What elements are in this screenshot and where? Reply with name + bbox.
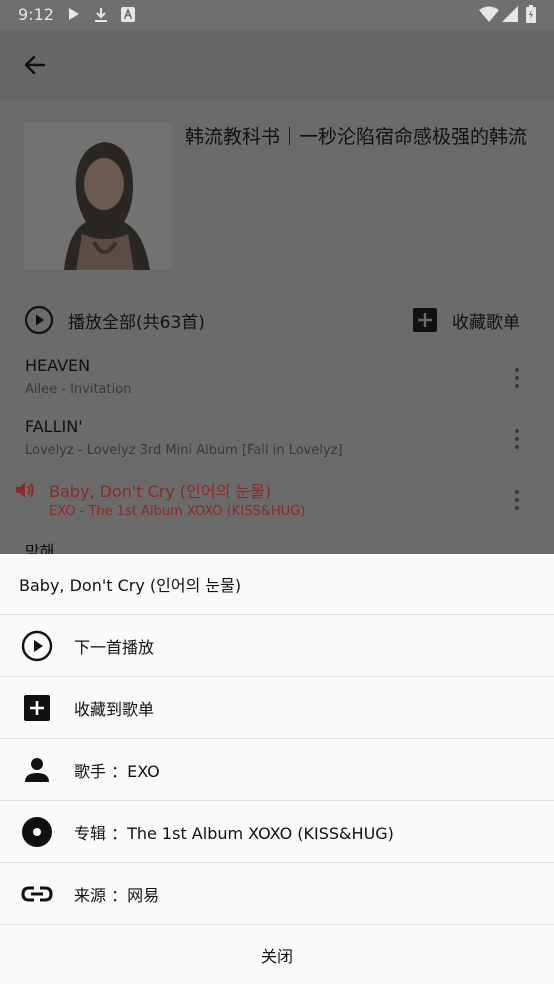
- song-title: 막해: [25, 542, 55, 554]
- close-button[interactable]: 关闭: [0, 925, 554, 984]
- playlist-cover: [24, 122, 172, 270]
- add-box-icon: [413, 308, 437, 332]
- more-vert-icon[interactable]: [512, 427, 522, 451]
- play-all-button[interactable]: 播放全部(共63首): [24, 304, 205, 336]
- song-subtitle: EXO - The 1st Album XOXO (KISS&HUG): [49, 504, 306, 519]
- app-bar: [0, 30, 554, 100]
- person-icon: [25, 757, 49, 782]
- speaker-icon: [16, 482, 34, 498]
- sheet-title: Baby, Don't Cry (인어의 눈물): [0, 554, 554, 615]
- play-all-label: 播放全部(共63首): [68, 312, 205, 333]
- song-title: FALLIN': [25, 417, 83, 436]
- back-arrow-icon[interactable]: [20, 50, 50, 80]
- source-label: 来源 ：网易: [74, 885, 160, 905]
- more-vert-icon[interactable]: [512, 366, 522, 390]
- song-title: HEAVEN: [25, 356, 91, 375]
- source-item[interactable]: 来源 ：网易: [0, 863, 554, 925]
- album-label: 专辑 ：The 1st Album XOXO (KISS&HUG): [74, 823, 394, 843]
- song-row[interactable]: FALLIN' Lovelyz - Lovelyz 3rd Mini Album…: [0, 417, 554, 477]
- battery-icon: [526, 5, 536, 23]
- artist-label: 歌手 ：EXO: [74, 761, 160, 781]
- song-options-sheet: Baby, Don't Cry (인어의 눈물) 下一首播放 收藏到歌单 歌手 …: [0, 554, 554, 984]
- playlist-title: 韩流教科书｜一秒沦陷宿命感极强的韩流: [185, 126, 528, 148]
- song-row[interactable]: 막해: [0, 538, 554, 554]
- playlist-page: 韩流教科书｜一秒沦陷宿命感极强的韩流 播放全部(共63首) 收藏歌单 HEAVE…: [0, 30, 554, 554]
- song-subtitle: Ailee - Invitation: [25, 382, 132, 397]
- album-disc-icon: [22, 816, 52, 847]
- artist-item[interactable]: 歌手 ：EXO: [0, 739, 554, 801]
- wifi-icon: [479, 6, 499, 22]
- signal-icon: [502, 6, 518, 22]
- cover-image: [24, 122, 172, 270]
- status-time: 9:12: [18, 5, 54, 24]
- collect-playlist-label: 收藏歌单: [452, 312, 520, 333]
- a-icon: [121, 7, 135, 22]
- play-circle-icon: [24, 305, 54, 335]
- add-to-playlist-label: 收藏到歌单: [74, 699, 155, 719]
- more-vert-icon[interactable]: [512, 488, 522, 512]
- play-next-item[interactable]: 下一首播放: [0, 615, 554, 677]
- play-icon: [69, 8, 79, 20]
- add-box-icon: [24, 694, 50, 721]
- song-row[interactable]: HEAVEN Ailee - Invitation: [0, 356, 554, 416]
- play-next-label: 下一首播放: [74, 637, 155, 657]
- song-title: Baby, Don't Cry (인어의 눈물): [49, 482, 272, 501]
- add-to-playlist-item[interactable]: 收藏到歌单: [0, 677, 554, 739]
- download-icon: [95, 8, 107, 22]
- play-next-icon: [21, 630, 53, 661]
- album-item[interactable]: 专辑 ：The 1st Album XOXO (KISS&HUG): [0, 801, 554, 863]
- link-icon: [21, 886, 53, 901]
- song-row-playing[interactable]: Baby, Don't Cry (인어의 눈물) EXO - The 1st A…: [0, 478, 554, 538]
- collect-playlist-button[interactable]: 收藏歌单: [412, 304, 520, 336]
- song-subtitle: Lovelyz - Lovelyz 3rd Mini Album [Fall i…: [25, 443, 343, 458]
- status-bar: 9:12: [0, 0, 554, 30]
